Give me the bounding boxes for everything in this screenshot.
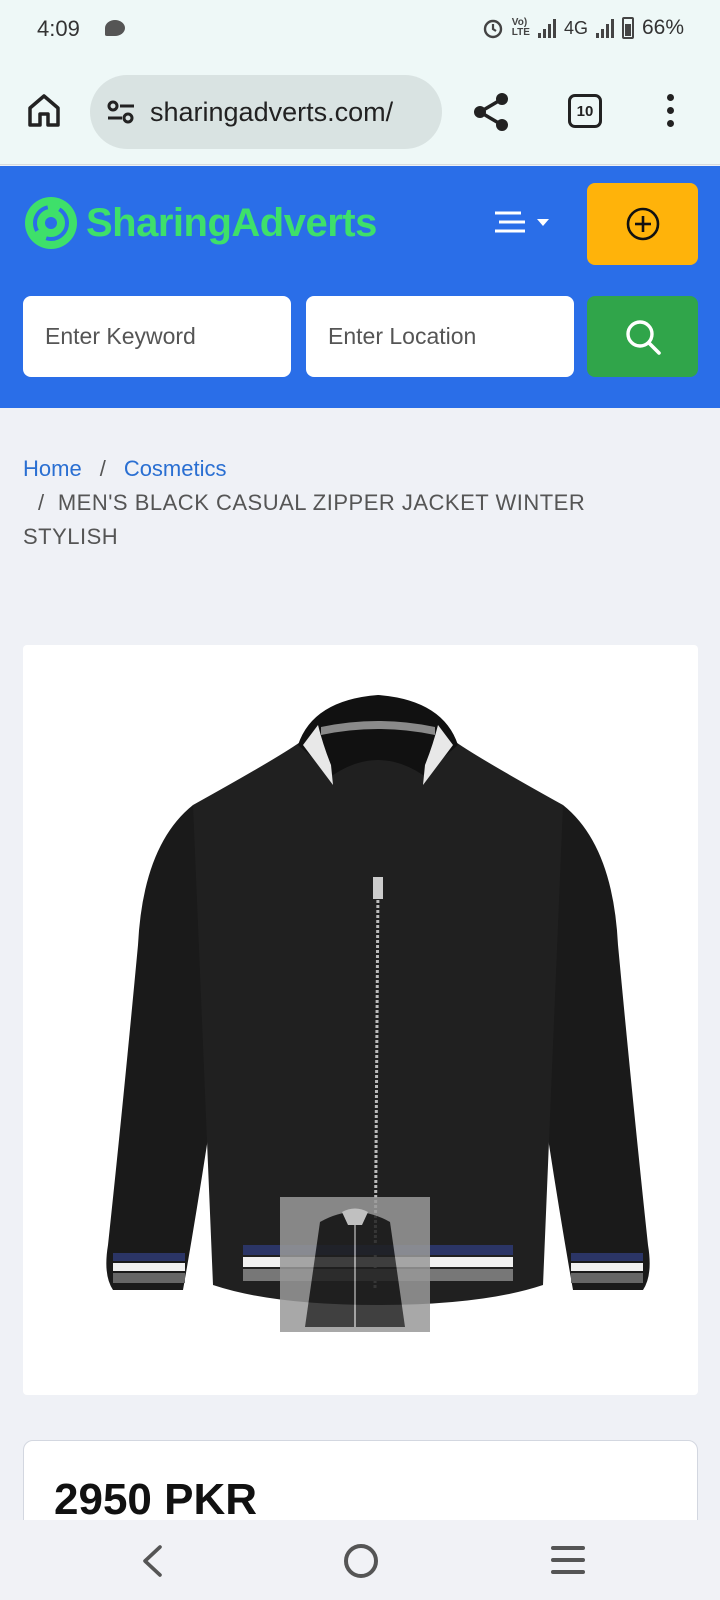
- breadcrumb-home[interactable]: Home: [23, 456, 82, 481]
- keyword-input[interactable]: [23, 296, 291, 377]
- browser-toolbar: sharingadverts.com/ 10: [0, 62, 720, 165]
- url-text: sharingadverts.com/: [150, 96, 394, 127]
- site-header: SharingAdverts: [0, 166, 720, 408]
- nav-home-icon[interactable]: [344, 1544, 378, 1578]
- post-ad-button[interactable]: [587, 183, 698, 265]
- battery-icon: [621, 17, 634, 39]
- tune-icon[interactable]: [106, 99, 136, 125]
- recents-icon[interactable]: [551, 1546, 585, 1576]
- network-type: 4G: [563, 17, 588, 38]
- home-icon[interactable]: [26, 92, 62, 128]
- back-icon[interactable]: [140, 1544, 164, 1578]
- location-input[interactable]: [306, 296, 574, 377]
- status-time: 4:09: [37, 16, 80, 41]
- product-price: 2950 PKR: [54, 1475, 258, 1524]
- more-icon[interactable]: [665, 94, 675, 130]
- status-indicators: Vo) LTE 4G 66%: [482, 16, 684, 40]
- signal-icon-2: [595, 18, 614, 38]
- thumbnail-image: [305, 1208, 405, 1327]
- breadcrumb-current-wrapper: / MEN'S BLACK CASUAL ZIPPER JACKET WINTE…: [23, 490, 585, 549]
- breadcrumb-current: MEN'S BLACK CASUAL ZIPPER JACKET WINTER …: [23, 490, 586, 549]
- search-icon: [625, 319, 661, 355]
- breadcrumb-separator-2: /: [38, 490, 58, 515]
- logo-text: SharingAdverts: [86, 200, 377, 245]
- signal-icon: [537, 18, 556, 38]
- breadcrumb: Home / Cosmetics / MEN'S BLACK CASUAL ZIPP…: [23, 452, 673, 554]
- breadcrumb-separator: /: [99, 456, 106, 481]
- volte-icon: Vo) LTE: [511, 17, 530, 38]
- site-logo[interactable]: SharingAdverts: [24, 186, 377, 260]
- system-nav-bar: [0, 1520, 720, 1600]
- tab-switcher-button[interactable]: 10: [568, 94, 602, 128]
- product-image-card: [23, 645, 698, 1395]
- battery-level: 66%: [641, 16, 684, 39]
- status-bar: 4:09 Vo) LTE 4G 66%: [0, 0, 720, 62]
- address-bar[interactable]: sharingadverts.com/: [90, 75, 442, 149]
- hamburger-icon[interactable]: [493, 209, 557, 239]
- search-button[interactable]: [587, 296, 698, 377]
- add-icon: [626, 207, 659, 241]
- notification-icon: [105, 20, 125, 36]
- alarm-icon: [483, 19, 502, 39]
- share-icon[interactable]: [472, 92, 510, 132]
- breadcrumb-category[interactable]: Cosmetics: [124, 456, 227, 481]
- image-thumbnail[interactable]: [280, 1197, 430, 1332]
- logo-mark-icon: [25, 197, 77, 249]
